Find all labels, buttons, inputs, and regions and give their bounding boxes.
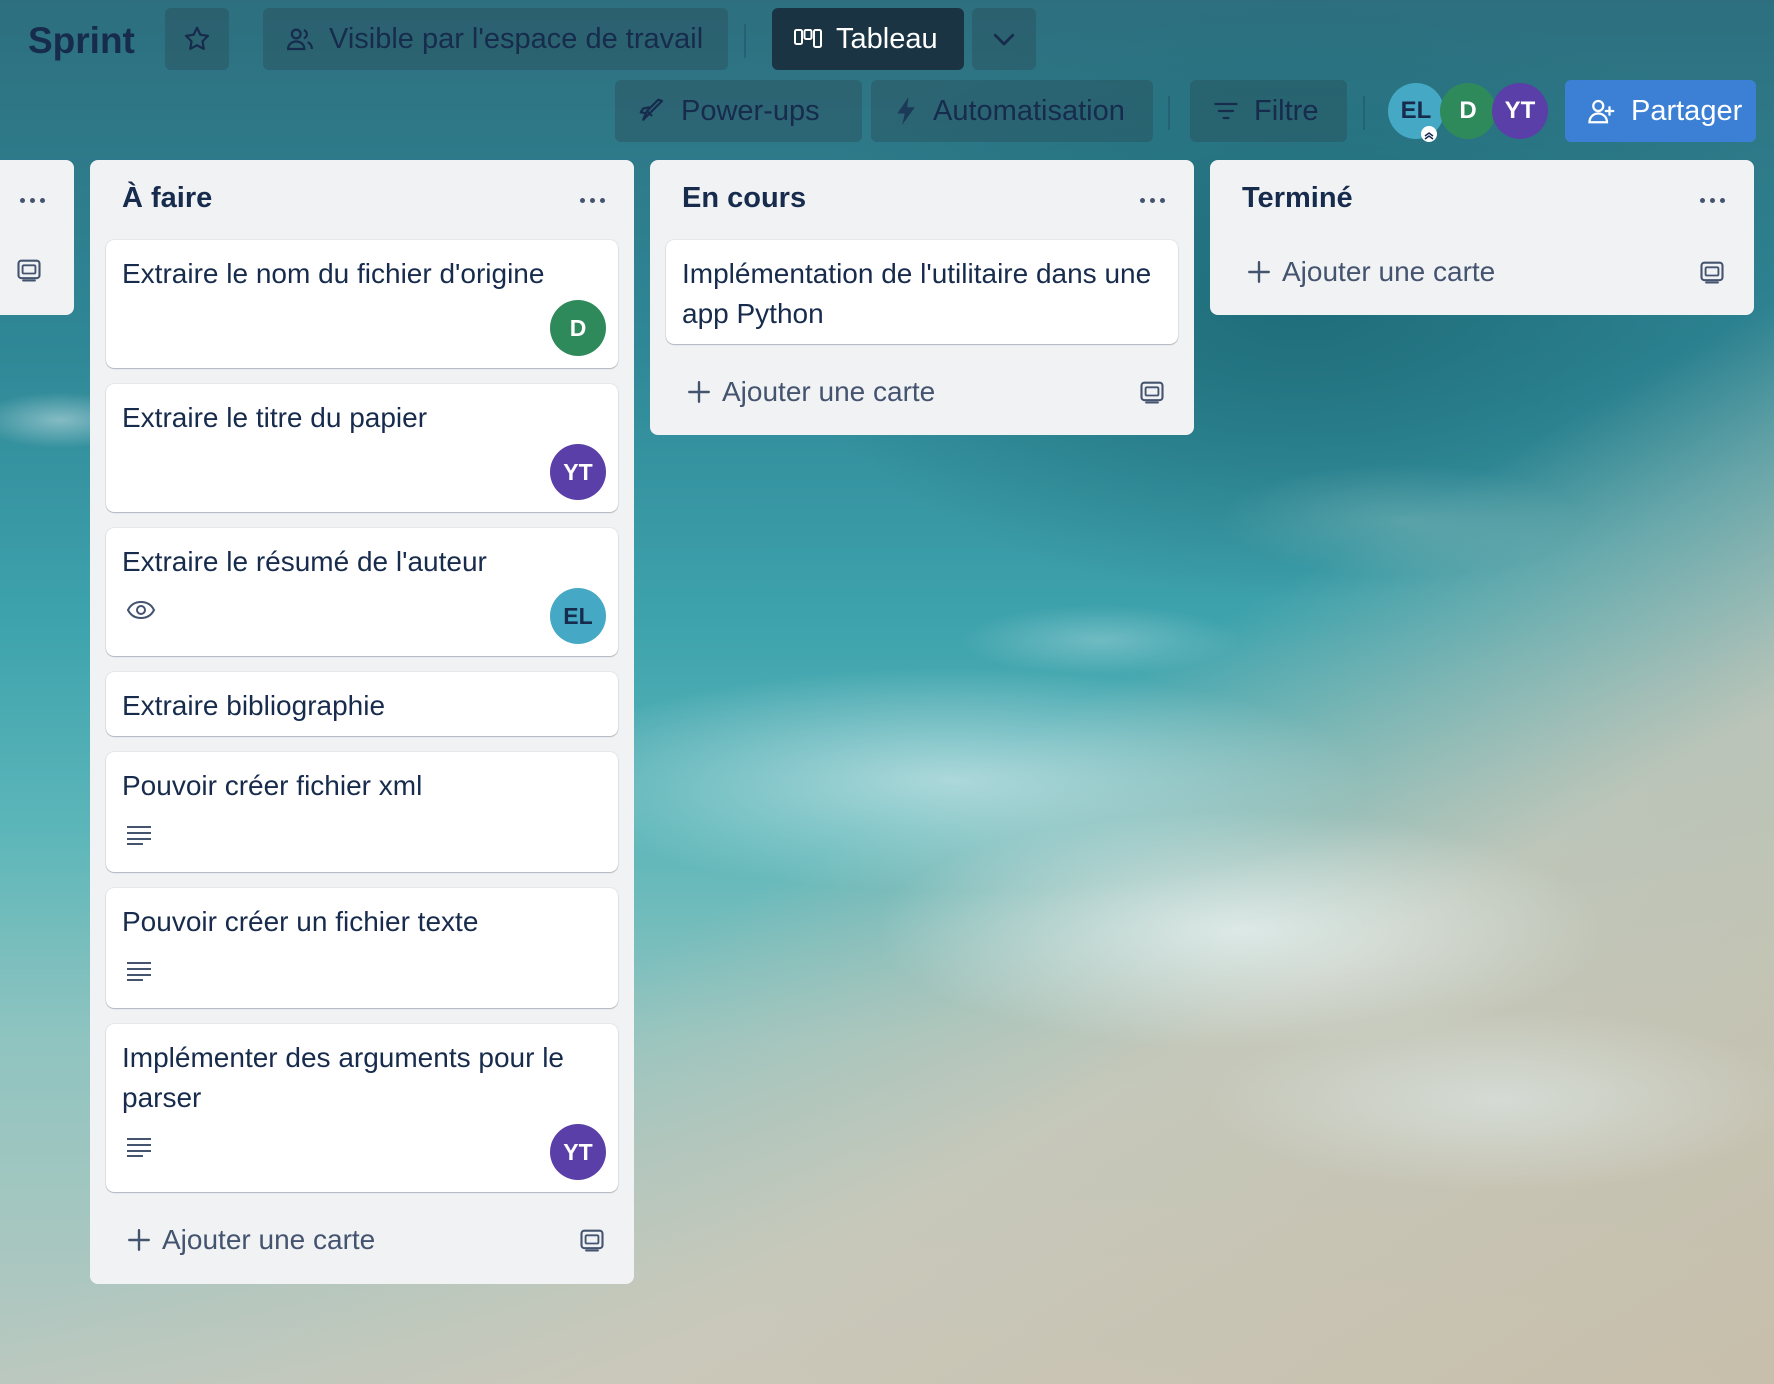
member-avatar-yt[interactable]: YT — [1492, 83, 1548, 139]
powerups-button[interactable]: Power-ups — [615, 80, 862, 142]
card[interactable]: Pouvoir créer fichier xml — [106, 752, 618, 872]
plus-icon — [1248, 261, 1270, 283]
member-avatar-el[interactable]: EL — [1388, 83, 1444, 142]
add-card-label: Ajouter une carte — [722, 376, 936, 407]
card-title: Pouvoir créer fichier xml — [122, 770, 423, 801]
list-header: Terminé — [1210, 160, 1754, 240]
view-switcher-button[interactable]: Tableau — [772, 8, 964, 70]
powerups-label: Power-ups — [681, 94, 820, 127]
list-menu-button[interactable] — [12, 182, 52, 218]
rocket-icon — [639, 98, 664, 121]
card[interactable]: Extraire le titre du papier YT — [106, 384, 618, 512]
admin-chevrons-icon — [1421, 126, 1437, 142]
board-header: Sprint Visible par l'espace de travail T… — [0, 0, 1774, 142]
card-member-avatar[interactable]: YT — [550, 444, 606, 500]
list-title[interactable]: En cours — [682, 182, 806, 215]
template-icon[interactable] — [15, 256, 43, 284]
description-icon — [127, 1138, 151, 1157]
filter-icon — [1214, 102, 1238, 120]
card-member-avatar[interactable]: YT — [550, 1124, 606, 1180]
automation-button[interactable]: Automatisation — [871, 80, 1153, 142]
board-view-icon — [794, 29, 822, 48]
header-divider-2 — [1168, 96, 1170, 130]
header-divider — [744, 24, 746, 58]
header-divider-3 — [1363, 96, 1365, 130]
card[interactable]: Implémentation de l'utilitaire dans une … — [666, 240, 1178, 344]
list-title[interactable]: À faire — [122, 182, 212, 215]
lightning-icon — [897, 97, 915, 125]
board-title[interactable]: Sprint — [28, 16, 135, 66]
list-header: À faire — [90, 160, 634, 240]
template-icon[interactable] — [578, 1226, 606, 1254]
card[interactable]: Pouvoir créer un fichier texte — [106, 888, 618, 1008]
filter-label: Filtre — [1254, 94, 1319, 127]
eye-icon — [126, 600, 156, 620]
add-card-button[interactable]: Ajouter une carte — [666, 364, 1178, 420]
automation-label: Automatisation — [933, 94, 1125, 127]
card-title: Implémenter des arguments pour le parser — [122, 1042, 564, 1113]
filter-button[interactable]: Filtre — [1190, 80, 1347, 142]
card-title: Extraire le nom du fichier d'origine — [122, 258, 545, 289]
add-card-button[interactable]: Ajouter une carte — [106, 1212, 618, 1268]
card[interactable]: Implémenter des arguments pour le parser… — [106, 1024, 618, 1192]
list-a-faire: À faire Extraire le nom du fichier d'ori… — [90, 160, 634, 1284]
list-en-cours: En cours Implémentation de l'utilitaire … — [650, 160, 1194, 435]
add-card-label: Ajouter une carte — [162, 1224, 376, 1255]
card-title: Extraire le titre du papier — [122, 402, 428, 433]
share-button[interactable]: Partager — [1565, 80, 1756, 142]
card[interactable]: Extraire le nom du fichier d'origine D — [106, 240, 618, 368]
list-menu-button[interactable] — [1132, 182, 1172, 218]
plus-icon — [688, 381, 710, 403]
template-icon[interactable] — [1138, 378, 1166, 406]
description-icon — [127, 962, 151, 981]
share-label: Partager — [1631, 94, 1743, 127]
list-title[interactable]: Terminé — [1242, 182, 1353, 215]
view-dropdown-button[interactable] — [972, 8, 1036, 70]
card-title: Extraire le résumé de l'auteur — [122, 546, 487, 577]
plus-icon — [128, 1229, 150, 1251]
chevron-down-icon — [993, 33, 1015, 46]
list-header: En cours — [650, 160, 1194, 240]
card-title: Implémentation de l'utilitaire dans une … — [682, 258, 1152, 329]
card-title: Extraire bibliographie — [122, 690, 386, 721]
card[interactable]: Extraire le résumé de l'auteur EL — [106, 528, 618, 656]
card-member-avatar[interactable]: D — [550, 300, 606, 356]
list-termine: Terminé Ajouter une carte — [1210, 160, 1754, 315]
member-avatar-d[interactable]: D — [1440, 83, 1496, 139]
card[interactable]: Extraire bibliographie — [106, 672, 618, 736]
list-menu-button[interactable] — [1692, 182, 1732, 218]
template-icon[interactable] — [1698, 258, 1726, 286]
card-member-avatar[interactable]: EL — [550, 588, 606, 644]
description-icon — [127, 826, 151, 845]
people-icon — [286, 28, 313, 51]
list-menu-button[interactable] — [572, 182, 612, 218]
add-card-button[interactable]: Ajouter une carte — [1226, 244, 1738, 300]
add-user-icon — [1588, 99, 1615, 124]
view-label: Tableau — [836, 22, 938, 55]
add-card-label: Ajouter une carte — [1282, 256, 1496, 287]
star-button[interactable] — [165, 8, 229, 70]
visibility-label: Visible par l'espace de travail — [329, 22, 704, 55]
star-icon — [184, 26, 210, 50]
visibility-button[interactable]: Visible par l'espace de travail — [263, 8, 728, 70]
card-title: Pouvoir créer un fichier texte — [122, 906, 479, 937]
list-partial-left — [0, 160, 74, 315]
